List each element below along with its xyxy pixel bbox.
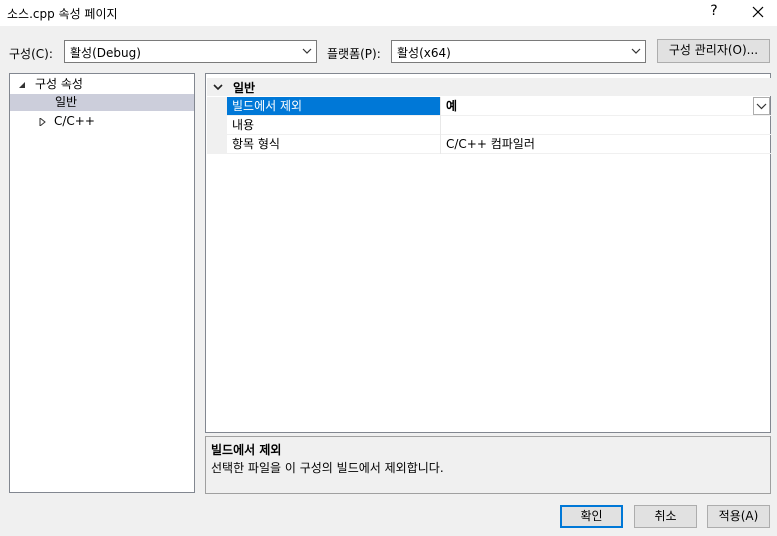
- tree-item-label: 구성 속성: [35, 77, 83, 91]
- collapsed-arrow-icon[interactable]: [38, 118, 46, 126]
- property-grid: 일반 빌드에서 제외 예 내용 항목 형식 C/C++ 컴파일러: [205, 73, 771, 433]
- tree-item-cpp[interactable]: C/C++: [10, 113, 194, 130]
- chevron-down-icon[interactable]: [213, 82, 223, 92]
- configuration-value: 활성(Debug): [70, 46, 141, 60]
- tree-item-label: 일반: [55, 95, 78, 109]
- property-value[interactable]: [441, 116, 771, 135]
- window-title: 소스.cpp 속성 페이지: [7, 7, 118, 21]
- category-row-general[interactable]: 일반: [207, 78, 771, 96]
- row-gutter: [207, 116, 227, 135]
- property-name[interactable]: 항목 형식: [227, 135, 440, 154]
- expanded-arrow-icon[interactable]: [18, 81, 26, 89]
- row-gutter: [207, 135, 227, 154]
- category-label: 일반: [233, 81, 256, 95]
- property-row-exclude-from-build[interactable]: 빌드에서 제외 예: [207, 97, 771, 116]
- property-value-text: 예: [446, 99, 458, 113]
- property-name[interactable]: 빌드에서 제외: [227, 97, 440, 116]
- property-name[interactable]: 내용: [227, 116, 440, 135]
- tree-item-general[interactable]: 일반: [10, 94, 194, 111]
- description-title: 빌드에서 제외: [211, 443, 282, 457]
- ok-button[interactable]: 확인: [560, 505, 623, 528]
- platform-value: 활성(x64): [397, 46, 451, 60]
- property-value[interactable]: 예: [441, 97, 771, 116]
- platform-label: 플랫폼(P):: [327, 47, 381, 61]
- help-button[interactable]: ?: [706, 3, 722, 21]
- property-row-content[interactable]: 내용: [207, 116, 771, 135]
- value-dropdown-button[interactable]: [753, 97, 770, 115]
- configuration-manager-button[interactable]: 구성 관리자(O)...: [657, 39, 770, 63]
- chevron-down-icon: [631, 48, 641, 54]
- chevron-down-icon: [756, 103, 767, 110]
- description-panel: 빌드에서 제외 선택한 파일을 이 구성의 빌드에서 제외합니다.: [205, 436, 771, 494]
- cancel-button[interactable]: 취소: [634, 505, 697, 528]
- close-button[interactable]: [744, 3, 772, 21]
- description-text: 선택한 파일을 이 구성의 빌드에서 제외합니다.: [211, 461, 444, 475]
- tree-item-configuration-properties[interactable]: 구성 속성: [10, 76, 194, 93]
- configuration-label: 구성(C):: [9, 47, 53, 61]
- property-value[interactable]: C/C++ 컴파일러: [441, 135, 771, 154]
- platform-dropdown[interactable]: 활성(x64): [391, 40, 646, 63]
- apply-button[interactable]: 적용(A): [707, 505, 770, 528]
- title-bar: 소스.cpp 속성 페이지 ?: [0, 0, 777, 26]
- property-row-item-type[interactable]: 항목 형식 C/C++ 컴파일러: [207, 135, 771, 154]
- chevron-down-icon: [302, 48, 312, 54]
- property-tree: 구성 속성 일반 C/C++: [9, 73, 195, 493]
- tree-item-label: C/C++: [54, 114, 95, 128]
- close-icon: [752, 6, 764, 18]
- row-gutter: [207, 97, 227, 116]
- configuration-dropdown[interactable]: 활성(Debug): [64, 40, 317, 63]
